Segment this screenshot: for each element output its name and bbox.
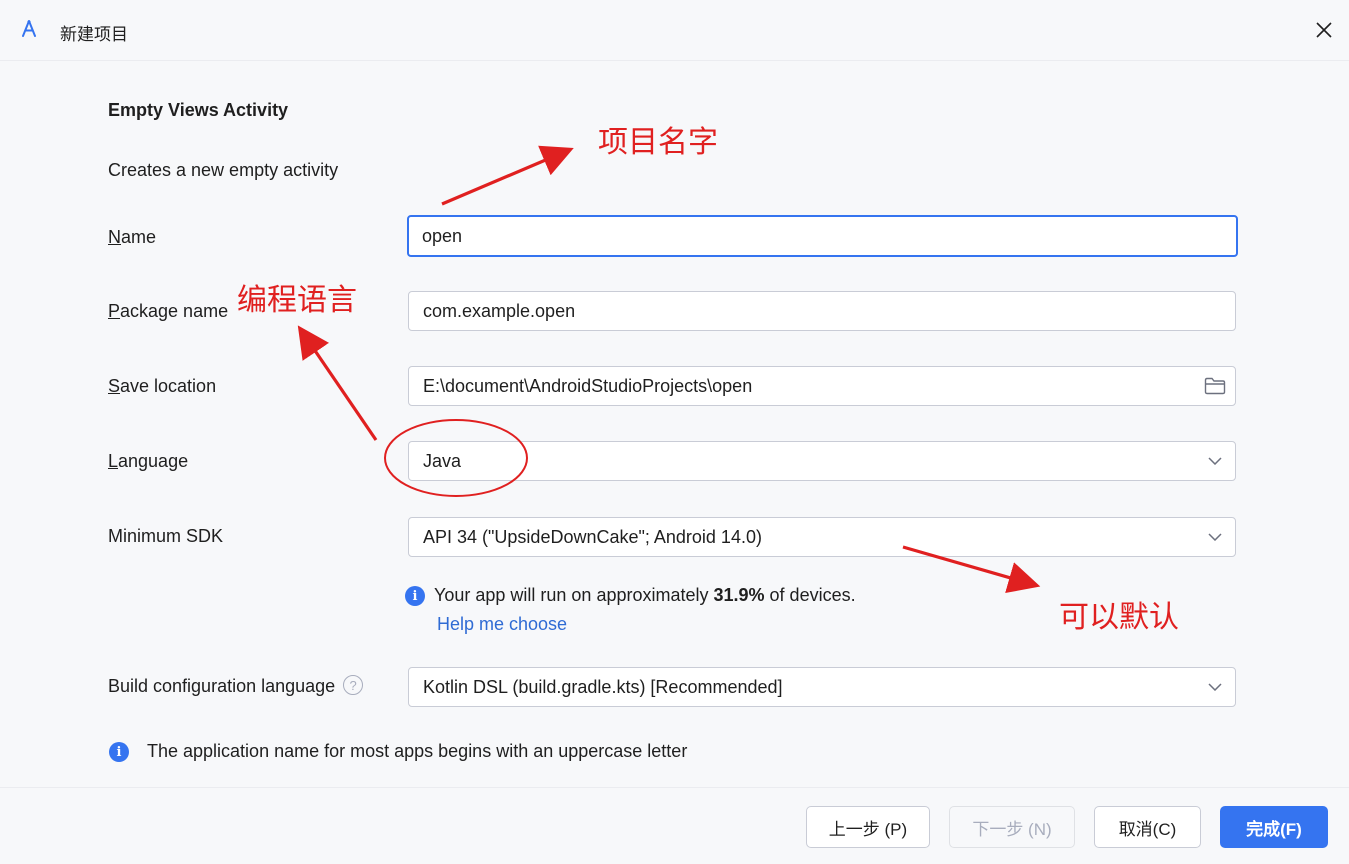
name-field-value: open (422, 225, 463, 246)
build-config-dropdown[interactable]: Kotlin DSL (build.gradle.kts) [Recommend… (408, 667, 1236, 707)
finish-button[interactable]: 完成(F) (1220, 806, 1328, 848)
chevron-down-icon (1195, 457, 1235, 465)
window-title: 新建项目 (60, 25, 128, 44)
next-button[interactable]: 下一步 (N) (949, 806, 1075, 848)
title-bar: 新建项目 (0, 0, 1349, 61)
info-icon: i (405, 586, 425, 606)
language-label: Language (108, 451, 189, 471)
dialog-footer: 上一步 (P) 下一步 (N) 取消(C) 完成(F) (0, 787, 1349, 864)
dialog-content: Empty Views Activity Creates a new empty… (0, 61, 1349, 786)
previous-button[interactable]: 上一步 (P) (806, 806, 930, 848)
annotation-can-default: 可以默认 (1059, 600, 1179, 635)
template-description: Creates a new empty activity (108, 160, 339, 180)
save-location-label: Save location (108, 376, 217, 396)
chevron-down-icon (1195, 533, 1235, 541)
name-label: Name (108, 227, 157, 247)
name-field[interactable]: open (407, 215, 1238, 257)
annotation-programming-language: 编程语言 (237, 283, 357, 318)
package-name-label: Package name (108, 301, 229, 321)
uppercase-hint-text: The application name for most apps begin… (147, 741, 688, 761)
close-button[interactable] (1310, 16, 1338, 44)
language-value: Java (423, 450, 462, 471)
help-icon[interactable]: ? (343, 675, 364, 696)
build-config-label: Build configuration language? (108, 675, 364, 697)
build-config-value: Kotlin DSL (build.gradle.kts) [Recommend… (423, 676, 783, 697)
browse-folder-button[interactable] (1195, 377, 1235, 395)
package-name-value: com.example.open (423, 300, 576, 321)
android-studio-icon (22, 20, 36, 37)
close-icon (1316, 22, 1332, 38)
minimum-sdk-label: Minimum SDK (108, 526, 224, 546)
info-icon: i (109, 742, 129, 762)
template-heading: Empty Views Activity (108, 100, 289, 120)
sdk-coverage-text: Your app will run on approximately 31.9%… (434, 585, 856, 605)
annotation-project-name: 项目名字 (598, 125, 718, 160)
folder-icon (1204, 377, 1226, 395)
minimum-sdk-value: API 34 ("UpsideDownCake"; Android 14.0) (423, 526, 762, 547)
package-name-field[interactable]: com.example.open (408, 291, 1236, 331)
language-dropdown[interactable]: Java (408, 441, 1236, 481)
cancel-button[interactable]: 取消(C) (1094, 806, 1201, 848)
help-me-choose-link[interactable]: Help me choose (437, 614, 567, 635)
save-location-field[interactable]: E:\document\AndroidStudioProjects\open (408, 366, 1236, 406)
chevron-down-icon (1195, 683, 1235, 691)
save-location-value: E:\document\AndroidStudioProjects\open (423, 375, 753, 396)
minimum-sdk-dropdown[interactable]: API 34 ("UpsideDownCake"; Android 14.0) (408, 517, 1236, 557)
